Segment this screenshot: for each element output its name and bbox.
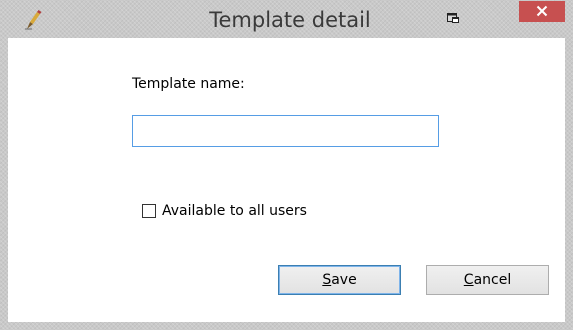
- pen-icon[interactable]: [23, 9, 43, 31]
- dialog-content: Template name: Available to all users Sa…: [8, 38, 565, 322]
- window-title: Template detail: [209, 8, 371, 32]
- dialog-window: Template detail Template name: Available…: [0, 0, 573, 330]
- window-restore-icon[interactable]: [446, 9, 460, 23]
- close-button[interactable]: [519, 1, 565, 22]
- cancel-button-accelerator: C: [463, 272, 474, 288]
- template-name-input[interactable]: [132, 115, 439, 147]
- available-to-all-users-checkbox[interactable]: [142, 204, 156, 218]
- save-button-label: ave: [331, 272, 357, 288]
- available-to-all-users-checkbox-row[interactable]: Available to all users: [142, 202, 307, 220]
- available-to-all-users-label[interactable]: Available to all users: [162, 203, 307, 219]
- template-name-label: Template name:: [132, 76, 245, 92]
- save-button[interactable]: Save: [278, 265, 401, 295]
- close-icon: [536, 2, 548, 21]
- cancel-button-label: ancel: [473, 272, 512, 288]
- cancel-button[interactable]: Cancel: [426, 265, 549, 295]
- save-button-accelerator: S: [322, 272, 332, 288]
- title-bar[interactable]: Template detail: [0, 0, 573, 38]
